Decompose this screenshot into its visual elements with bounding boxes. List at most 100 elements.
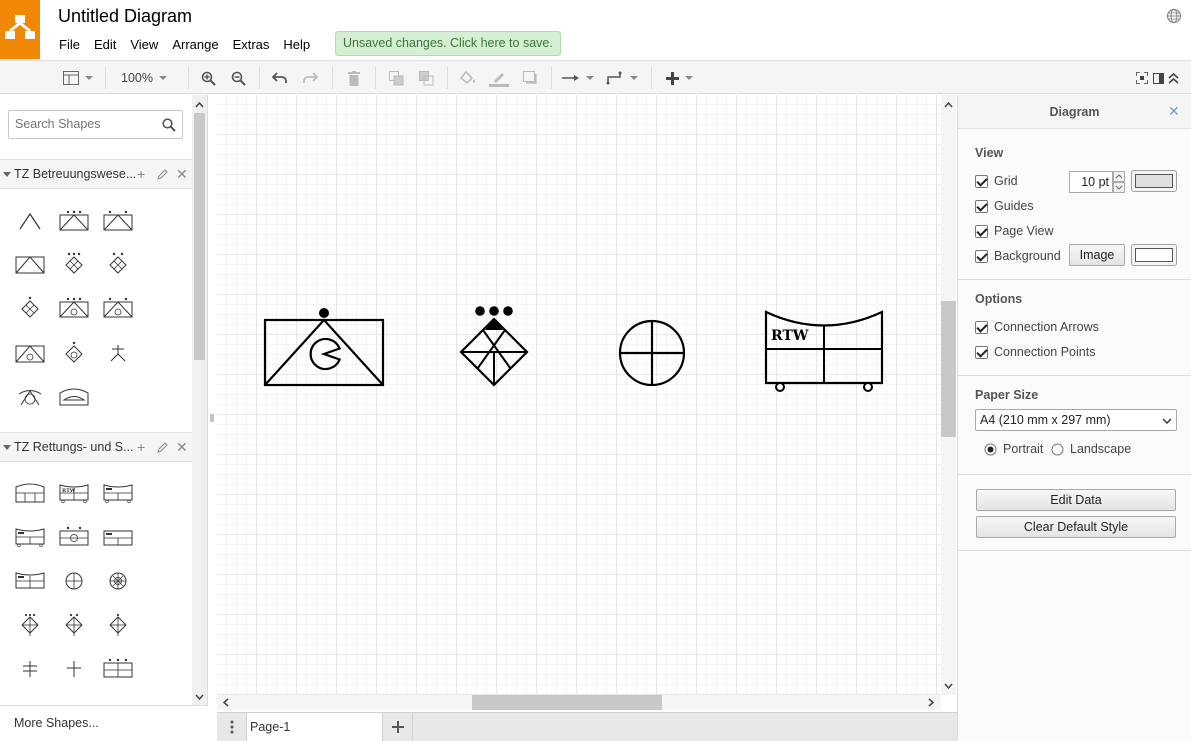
- shape-double-cross[interactable]: [12, 651, 48, 687]
- connection-points-checkbox[interactable]: [975, 345, 988, 359]
- fill-color-button[interactable]: [456, 61, 480, 95]
- shape-betreuung-c[interactable]: [12, 335, 48, 371]
- search-input[interactable]: [9, 111, 159, 137]
- shape-box-asterisk[interactable]: [56, 519, 92, 555]
- save-status-button[interactable]: Unsaved changes. Click here to save.: [335, 31, 561, 56]
- canvas-shape-betreuung[interactable]: [263, 308, 385, 387]
- shape-box-label[interactable]: [100, 519, 136, 555]
- portrait-radio[interactable]: [984, 443, 997, 456]
- canvas-horizontal-scrollbar[interactable]: [217, 695, 941, 710]
- collapse-button[interactable]: [1165, 61, 1181, 95]
- shape-betreuung-flag[interactable]: [12, 246, 48, 282]
- shape-vehicle-2[interactable]: [100, 475, 136, 511]
- page-view-checkbox[interactable]: [975, 224, 988, 238]
- shape-shelter[interactable]: [56, 378, 92, 414]
- shape-person-stand[interactable]: [100, 335, 136, 371]
- shape-vehicle-1[interactable]: [12, 475, 48, 511]
- canvas-hscroll-thumb[interactable]: [472, 695, 662, 710]
- paper-size-select[interactable]: A4 (210 mm x 297 mm): [975, 409, 1177, 431]
- shape-diamond-dots-2[interactable]: [100, 246, 136, 282]
- zoom-dropdown[interactable]: 100%: [112, 61, 176, 95]
- redo-button[interactable]: [298, 61, 322, 95]
- waypoints-dropdown[interactable]: [604, 61, 640, 95]
- add-page-button[interactable]: [383, 713, 413, 741]
- to-front-button[interactable]: [384, 61, 408, 95]
- grid-color-button[interactable]: [1131, 170, 1177, 192]
- menu-edit[interactable]: Edit: [87, 36, 123, 54]
- insert-dropdown[interactable]: [660, 61, 698, 95]
- search-icon[interactable]: [162, 118, 176, 132]
- canvas-shape-rtw-vehicle[interactable]: RTW: [764, 310, 884, 392]
- line-color-button[interactable]: [486, 61, 512, 95]
- scroll-up-arrow-icon[interactable]: [192, 99, 207, 111]
- to-back-button[interactable]: [414, 61, 438, 95]
- edit-library-icon[interactable]: [157, 442, 168, 453]
- shape-vehicle-3[interactable]: [12, 519, 48, 555]
- menu-arrange[interactable]: Arrange: [165, 36, 225, 54]
- shape-diamond-cross-dots[interactable]: [12, 607, 48, 643]
- language-globe-icon[interactable]: [1166, 8, 1182, 24]
- format-toggle-button[interactable]: [1150, 61, 1166, 95]
- shape-diamond-cross-dots-2[interactable]: [56, 607, 92, 643]
- shape-diamond-dots[interactable]: [56, 246, 92, 282]
- guides-checkbox[interactable]: [975, 199, 988, 213]
- scroll-left-arrow-icon[interactable]: [220, 695, 232, 710]
- grid-size-input[interactable]: 10 pt: [1069, 171, 1113, 193]
- shape-diamond-cross[interactable]: [100, 607, 136, 643]
- shape-vehicle-4[interactable]: [12, 563, 48, 599]
- background-image-button[interactable]: Image: [1069, 244, 1125, 266]
- delete-button[interactable]: [342, 61, 366, 95]
- shape-betreuung-c-dots[interactable]: [56, 290, 92, 326]
- undo-button[interactable]: [268, 61, 292, 95]
- shape-diamond-c[interactable]: [56, 335, 92, 371]
- fullscreen-button[interactable]: [1133, 61, 1151, 95]
- shape-tent-umbrella[interactable]: [12, 378, 48, 414]
- landscape-radio[interactable]: [1051, 443, 1064, 456]
- scroll-down-arrow-icon[interactable]: [941, 680, 956, 692]
- shape-betreuung-dots[interactable]: [56, 203, 92, 239]
- connection-style-dropdown[interactable]: [560, 61, 596, 95]
- close-library-icon[interactable]: ✕: [176, 439, 188, 456]
- connection-arrows-checkbox[interactable]: [975, 320, 988, 334]
- edit-library-icon[interactable]: [157, 169, 168, 180]
- add-shape-icon[interactable]: +: [137, 166, 145, 182]
- library-header-betreuung[interactable]: TZ Betreuungswese... + ✕: [0, 159, 192, 189]
- background-checkbox[interactable]: [975, 249, 988, 263]
- shape-box-grid-dots[interactable]: [100, 651, 136, 687]
- add-shape-icon[interactable]: +: [137, 439, 145, 455]
- menu-extras[interactable]: Extras: [226, 36, 277, 54]
- clear-default-style-button[interactable]: Clear Default Style: [976, 516, 1176, 538]
- shape-betreuung-dots-2[interactable]: [100, 203, 136, 239]
- diagram-title[interactable]: Untitled Diagram: [58, 6, 192, 27]
- grid-size-stepper[interactable]: [1113, 171, 1125, 193]
- scroll-down-arrow-icon[interactable]: [192, 691, 207, 703]
- more-shapes-button[interactable]: More Shapes...: [0, 705, 208, 741]
- background-color-button[interactable]: [1131, 244, 1177, 266]
- page-tab-1[interactable]: Page-1: [247, 713, 383, 741]
- zoom-out-button[interactable]: [226, 61, 250, 95]
- shape-circle-cross[interactable]: [56, 563, 92, 599]
- grid-checkbox[interactable]: [975, 174, 988, 188]
- pages-menu-button[interactable]: [217, 713, 247, 741]
- menu-view[interactable]: View: [123, 36, 165, 54]
- app-logo[interactable]: [0, 0, 40, 59]
- library-header-rettung[interactable]: TZ Rettungs- und S... + ✕: [0, 432, 192, 462]
- sidebar-scrollbar[interactable]: [192, 95, 207, 705]
- close-library-icon[interactable]: ✕: [176, 166, 188, 183]
- shape-rtw-vehicle[interactable]: RTW: [56, 475, 92, 511]
- edit-data-button[interactable]: Edit Data: [976, 489, 1176, 511]
- shape-cross[interactable]: [56, 651, 92, 687]
- sidebar-resize-handle[interactable]: [209, 412, 215, 424]
- shape-circle-star[interactable]: [100, 563, 136, 599]
- close-panel-icon[interactable]: ✕: [1168, 103, 1180, 120]
- menu-help[interactable]: Help: [276, 36, 317, 54]
- diagram-canvas[interactable]: RTW: [217, 95, 941, 695]
- sidebar-scroll-thumb[interactable]: [194, 113, 205, 360]
- shadow-button[interactable]: [518, 61, 542, 95]
- canvas-shape-circle-cross[interactable]: [618, 319, 686, 387]
- scroll-right-arrow-icon[interactable]: [925, 695, 937, 710]
- scroll-up-arrow-icon[interactable]: [941, 99, 956, 111]
- shape-betreuung-c-dots-2[interactable]: [100, 290, 136, 326]
- canvas-shape-trupp-diamond[interactable]: [459, 306, 529, 387]
- shape-tent[interactable]: [12, 203, 48, 239]
